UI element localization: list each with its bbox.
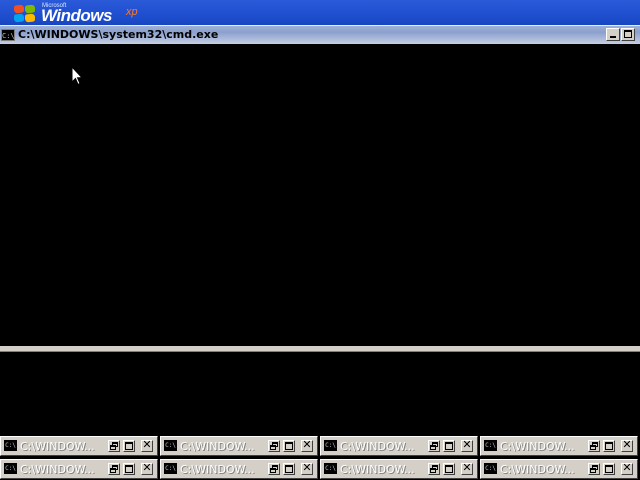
maximize-icon: [624, 30, 632, 38]
minimized-window-title: C:\WINDOW...: [180, 440, 255, 453]
restore-button[interactable]: [428, 463, 440, 475]
console-icon[interactable]: C:\: [164, 440, 177, 451]
minimized-window-title: C:\WINDOW...: [20, 440, 95, 453]
close-button[interactable]: ✕: [141, 461, 153, 475]
restore-button[interactable]: [108, 463, 120, 475]
console-icon[interactable]: C:\: [324, 440, 337, 451]
maximize-icon: [445, 442, 453, 450]
maximize-icon: [125, 442, 133, 450]
close-icon: ✕: [622, 461, 632, 474]
minimized-window[interactable]: C:\ C:\WINDOW... ✕: [160, 436, 318, 456]
window-title: C:\WINDOWS\system32\cmd.exe: [18, 28, 219, 41]
maximize-button[interactable]: [603, 463, 615, 475]
close-icon: ✕: [142, 438, 152, 451]
background-console-area: [0, 353, 640, 436]
restore-icon: [270, 445, 276, 450]
close-button[interactable]: ✕: [621, 461, 633, 475]
console-icon[interactable]: C:\: [484, 463, 497, 474]
console-output-area[interactable]: [0, 44, 640, 346]
console-icon[interactable]: C:\: [4, 440, 17, 451]
console-icon[interactable]: C:\: [1, 29, 15, 41]
close-button[interactable]: ✕: [301, 461, 313, 475]
console-icon[interactable]: C:\: [164, 463, 177, 474]
maximize-icon: [285, 442, 293, 450]
maximize-button[interactable]: [443, 463, 455, 475]
maximize-button[interactable]: [621, 28, 635, 41]
close-icon: ✕: [302, 438, 312, 451]
close-button[interactable]: ✕: [461, 461, 473, 475]
restore-button[interactable]: [268, 463, 280, 475]
minimized-windows-area: C:\ C:\WINDOW... ✕ C:\ C:\WINDOW... ✕ C:\ C:\WI…: [0, 436, 640, 480]
restore-button[interactable]: [268, 440, 280, 452]
restore-icon: [110, 445, 116, 450]
maximize-icon: [445, 465, 453, 473]
restore-icon: [270, 468, 276, 473]
restore-button[interactable]: [108, 440, 120, 452]
close-button[interactable]: ✕: [621, 438, 633, 452]
minimize-icon: [610, 36, 616, 38]
minimized-window-title: C:\WINDOW...: [340, 463, 415, 476]
maximize-button[interactable]: [283, 440, 295, 452]
close-icon: ✕: [302, 461, 312, 474]
console-icon[interactable]: C:\: [4, 463, 17, 474]
restore-icon: [110, 468, 116, 473]
close-icon: ✕: [142, 461, 152, 474]
restore-icon: [430, 468, 436, 473]
close-button[interactable]: ✕: [141, 438, 153, 452]
close-icon: ✕: [462, 461, 472, 474]
minimized-window[interactable]: C:\ C:\WINDOW... ✕: [320, 459, 478, 479]
minimize-button[interactable]: [606, 28, 620, 41]
logo-windows-text: Windows: [41, 6, 112, 25]
minimized-window[interactable]: C:\ C:\WINDOW... ✕: [480, 436, 638, 456]
cmd-window[interactable]: C:\ C:\WINDOWS\system32\cmd.exe: [0, 25, 640, 352]
close-button[interactable]: ✕: [301, 438, 313, 452]
console-icon[interactable]: C:\: [484, 440, 497, 451]
maximize-icon: [285, 465, 293, 473]
minimized-window-title: C:\WINDOW...: [340, 440, 415, 453]
desktop-banner: Microsoft Windows xp: [0, 0, 640, 25]
minimized-window-title: C:\WINDOW...: [20, 463, 95, 476]
maximize-button[interactable]: [123, 463, 135, 475]
minimized-window[interactable]: C:\ C:\WINDOW... ✕: [320, 436, 478, 456]
minimized-window[interactable]: C:\ C:\WINDOW... ✕: [480, 459, 638, 479]
minimized-window[interactable]: C:\ C:\WINDOW... ✕: [0, 459, 158, 479]
minimized-window-title: C:\WINDOW...: [500, 463, 575, 476]
restore-icon: [590, 468, 596, 473]
minimized-window[interactable]: C:\ C:\WINDOW... ✕: [0, 436, 158, 456]
maximize-icon: [125, 465, 133, 473]
mouse-pointer-icon: [71, 66, 83, 86]
maximize-button[interactable]: [443, 440, 455, 452]
windows-flag-icon: [14, 4, 36, 23]
close-icon: ✕: [622, 438, 632, 451]
close-icon: ✕: [462, 438, 472, 451]
maximize-button[interactable]: [283, 463, 295, 475]
maximize-button[interactable]: [603, 440, 615, 452]
restore-button[interactable]: [588, 463, 600, 475]
maximize-button[interactable]: [123, 440, 135, 452]
maximize-icon: [605, 465, 613, 473]
maximize-icon: [605, 442, 613, 450]
restore-icon: [590, 445, 596, 450]
restore-icon: [430, 445, 436, 450]
windows-xp-logo: Microsoft Windows xp: [14, 1, 138, 25]
window-titlebar[interactable]: C:\ C:\WINDOWS\system32\cmd.exe: [0, 25, 640, 44]
logo-xp-text: xp: [126, 6, 138, 18]
restore-button[interactable]: [588, 440, 600, 452]
minimized-window-title: C:\WINDOW...: [180, 463, 255, 476]
minimized-window[interactable]: C:\ C:\WINDOW... ✕: [160, 459, 318, 479]
restore-button[interactable]: [428, 440, 440, 452]
window-bottom-border: [0, 346, 640, 352]
console-icon[interactable]: C:\: [324, 463, 337, 474]
close-button[interactable]: ✕: [461, 438, 473, 452]
minimized-window-title: C:\WINDOW...: [500, 440, 575, 453]
